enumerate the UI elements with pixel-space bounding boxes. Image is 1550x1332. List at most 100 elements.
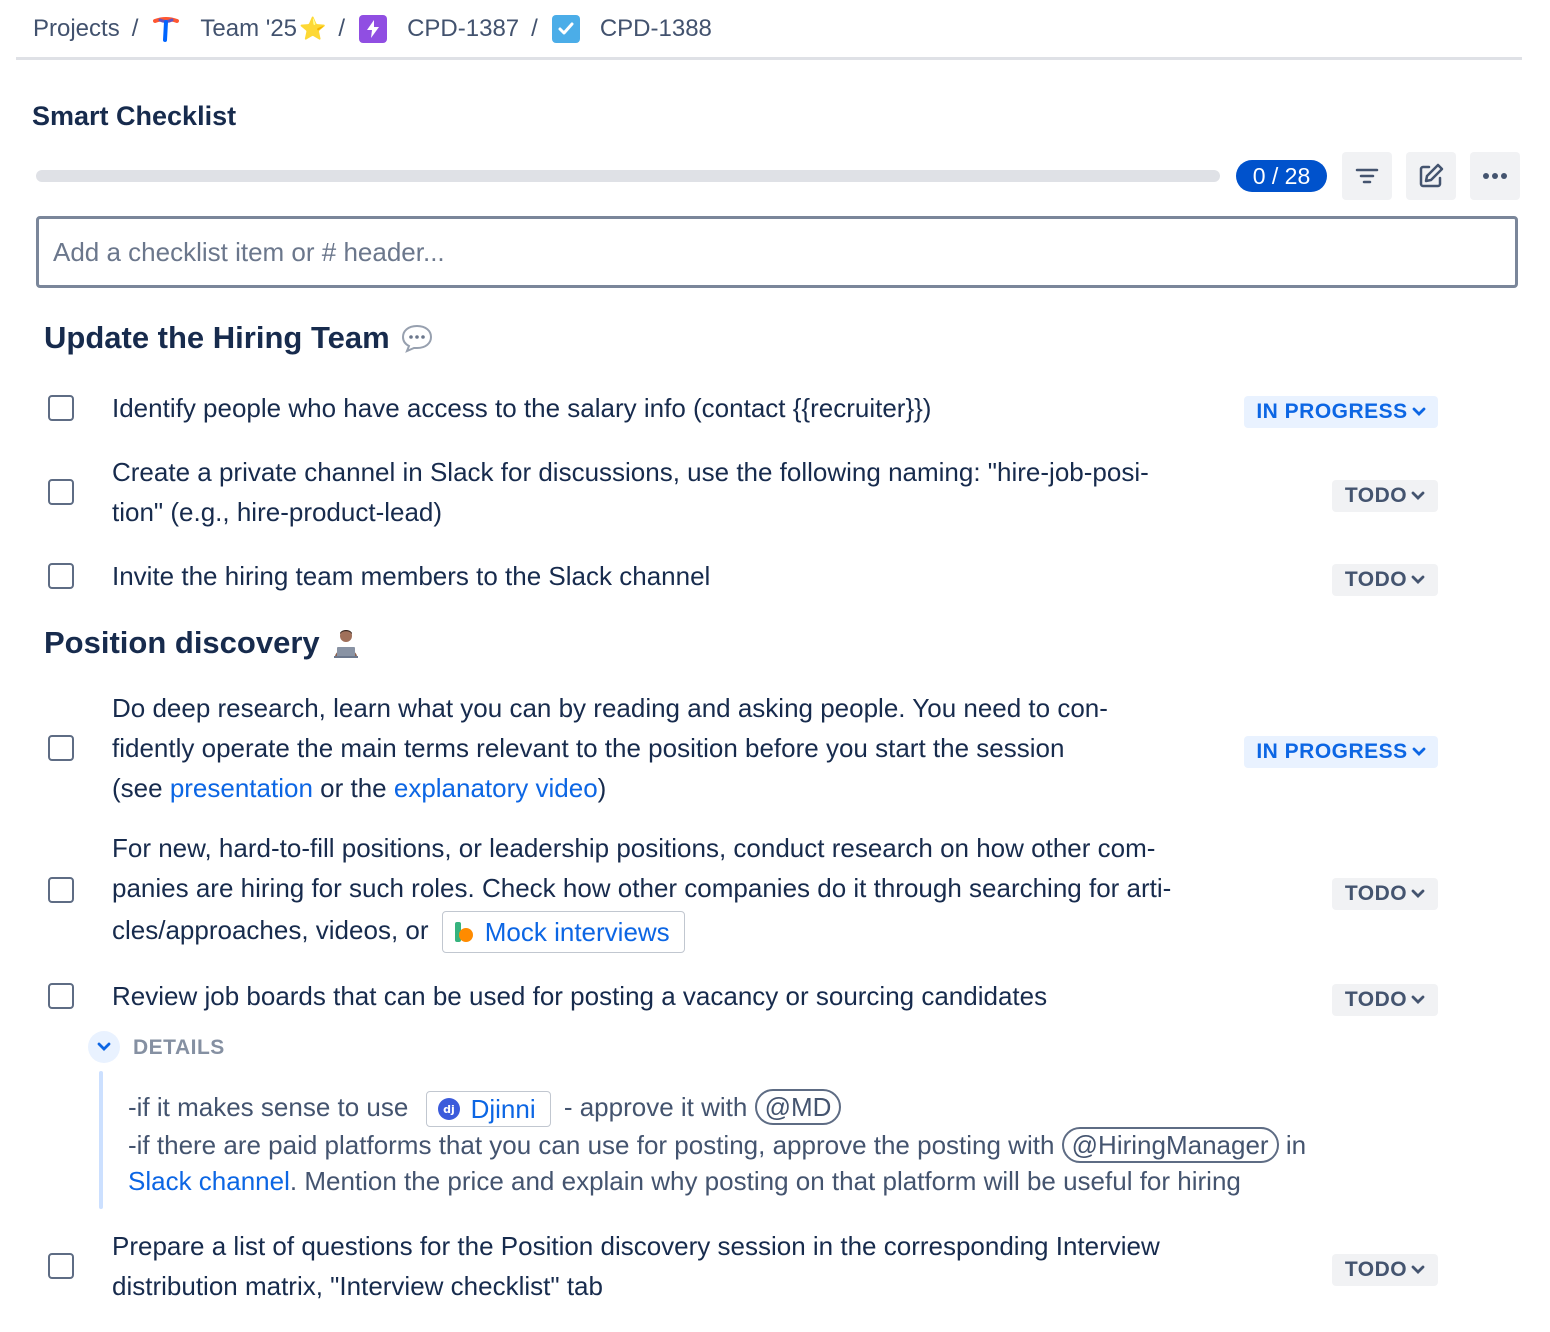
status-dropdown[interactable]: TODO (1332, 984, 1438, 1016)
epic-lightning-icon (359, 14, 388, 43)
details-line: Slack channel. Mention the price and exp… (128, 1163, 1306, 1199)
text-line: Prepare a list of questions for the Posi… (112, 1231, 1160, 1261)
slack-channel-link[interactable]: Slack channel (128, 1166, 290, 1196)
edit-button[interactable] (1406, 152, 1456, 200)
star-icon: ⭐ (299, 15, 327, 41)
status-dropdown[interactable]: IN PROGRESS (1244, 736, 1438, 768)
breadcrumb-team-label[interactable]: Team '25 (200, 15, 297, 43)
explanatory-video-link[interactable]: explanatory video (394, 773, 598, 803)
section-header: Position discovery (44, 625, 362, 661)
user-mention[interactable]: @HiringManager (1061, 1127, 1279, 1164)
mock-interviews-smart-link[interactable]: Mock interviews (441, 911, 685, 954)
details-body: -if it makes sense to use dj Djinni - ap… (128, 1089, 1306, 1199)
chevron-down-icon (1411, 889, 1425, 899)
breadcrumb-separator: / (531, 14, 538, 42)
status-dropdown[interactable]: TODO (1332, 564, 1438, 596)
text-fragment: -if there are paid platforms that you ca… (128, 1130, 1055, 1161)
task-check-icon (551, 14, 580, 43)
item-checkbox[interactable] (48, 983, 74, 1009)
chevron-down-icon (1411, 491, 1425, 501)
user-mention[interactable]: @MD (754, 1089, 842, 1125)
chevron-down-icon (1412, 407, 1426, 417)
item-checkbox[interactable] (48, 563, 74, 589)
section-header-label: Update the Hiring Team (44, 320, 390, 355)
text-fragment: . Mention the price and explain why post… (289, 1166, 1241, 1197)
details-line: -if it makes sense to use dj Djinni - ap… (128, 1089, 1306, 1128)
text-line: Do deep research, learn what you can by … (112, 693, 1108, 723)
status-label: TODO (1344, 1258, 1408, 1281)
item-checkbox[interactable] (48, 877, 74, 903)
section-header-label: Position discovery (44, 625, 320, 660)
chevron-down-icon (97, 1042, 111, 1051)
text-line: distribution matrix, "Interview checklis… (112, 1271, 603, 1301)
section-header: Update the Hiring Team (44, 320, 434, 356)
text-fragment: cles/approaches, videos, or (112, 915, 429, 945)
svg-text:dj: dj (443, 1103, 455, 1116)
breadcrumb-current-issue[interactable]: CPD-1388 (600, 15, 712, 43)
status-label: IN PROGRESS (1256, 400, 1408, 423)
more-actions-button[interactable] (1470, 152, 1520, 200)
status-label: TODO (1344, 882, 1408, 905)
checklist-title: Smart Checklist (32, 101, 237, 131)
team-logo-icon (152, 15, 180, 43)
text-fragment: - approve it with (563, 1092, 748, 1122)
text-line: cles/approaches, videos, or Mock intervi… (112, 910, 1171, 954)
checklist-item-text[interactable]: Review job boards that can be used for p… (112, 976, 1047, 1016)
checklist-item-text[interactable]: Identify people who have access to the s… (112, 388, 931, 428)
chevron-down-icon (1411, 995, 1425, 1005)
text-fragment: in (1285, 1130, 1307, 1161)
smart-link-label: Djinni (470, 1094, 536, 1125)
text-line: fidently operate the main terms relevant… (112, 733, 1065, 763)
status-label: TODO (1344, 484, 1408, 507)
status-dropdown[interactable]: TODO (1332, 878, 1438, 910)
status-dropdown[interactable]: IN PROGRESS (1244, 396, 1438, 428)
breadcrumb-team[interactable]: Team '25 ⭐ (200, 15, 326, 43)
breadcrumb-separator: / (131, 14, 139, 42)
filter-button[interactable] (1342, 152, 1392, 200)
status-label: TODO (1344, 568, 1408, 591)
text-line: For new, hard-to-fill positions, or lead… (112, 833, 1156, 863)
details-bar (99, 1071, 103, 1209)
breadcrumb: Projects / Team '25 ⭐ / CPD-1387 / CPD-1… (16, 0, 1522, 60)
text-fragment: -if it makes sense to use (128, 1092, 409, 1122)
add-checklist-item-input[interactable] (36, 216, 1518, 288)
text-line: (see presentation or the explanatory vid… (112, 768, 1108, 808)
chevron-down-icon (1412, 747, 1426, 757)
text-fragment: (see (112, 773, 170, 803)
progress-bar (36, 170, 1220, 182)
more-icon (1483, 173, 1507, 179)
text-fragment: or the (312, 773, 394, 803)
text-line: Create a private channel in Slack for di… (112, 457, 1149, 487)
checklist-item-text[interactable]: Prepare a list of questions for the Posi… (112, 1226, 1160, 1306)
item-checkbox[interactable] (48, 735, 74, 761)
mock-interviews-logo-icon (453, 920, 475, 944)
smart-link-label: Mock interviews (484, 917, 670, 948)
details-toggle-button[interactable] (88, 1031, 120, 1063)
details-line: -if there are paid platforms that you ca… (128, 1127, 1307, 1164)
status-dropdown[interactable]: TODO (1332, 1254, 1438, 1286)
speech-bubble-icon (400, 323, 434, 353)
text-line: panies are hiring for such roles. Check … (112, 873, 1172, 903)
status-dropdown[interactable]: TODO (1332, 480, 1438, 512)
details-label: DETAILS (133, 1036, 225, 1059)
text-fragment: ) (597, 773, 607, 803)
djinni-smart-link[interactable]: dj Djinni (425, 1091, 551, 1128)
breadcrumb-projects[interactable]: Projects (33, 15, 120, 43)
progress-count-badge: 0 / 28 (1236, 160, 1327, 192)
item-checkbox[interactable] (48, 479, 74, 505)
presentation-link[interactable]: presentation (170, 773, 313, 803)
item-checkbox[interactable] (48, 395, 74, 421)
breadcrumb-separator: / (338, 14, 346, 42)
djinni-logo-icon: dj (437, 1097, 461, 1121)
checklist-item-text[interactable]: Do deep research, learn what you can by … (112, 688, 1108, 808)
checklist-item-text[interactable]: Invite the hiring team members to the Sl… (112, 556, 710, 596)
filter-icon (1355, 168, 1379, 184)
person-laptop-icon (330, 627, 362, 659)
chevron-down-icon (1411, 1265, 1425, 1275)
breadcrumb-parent-issue[interactable]: CPD-1387 (407, 15, 519, 43)
status-label: TODO (1344, 988, 1408, 1011)
item-checkbox[interactable] (48, 1253, 74, 1279)
edit-icon (1419, 163, 1444, 188)
checklist-item-text[interactable]: Create a private channel in Slack for di… (112, 452, 1149, 532)
checklist-item-text[interactable]: For new, hard-to-fill positions, or lead… (112, 828, 1172, 954)
